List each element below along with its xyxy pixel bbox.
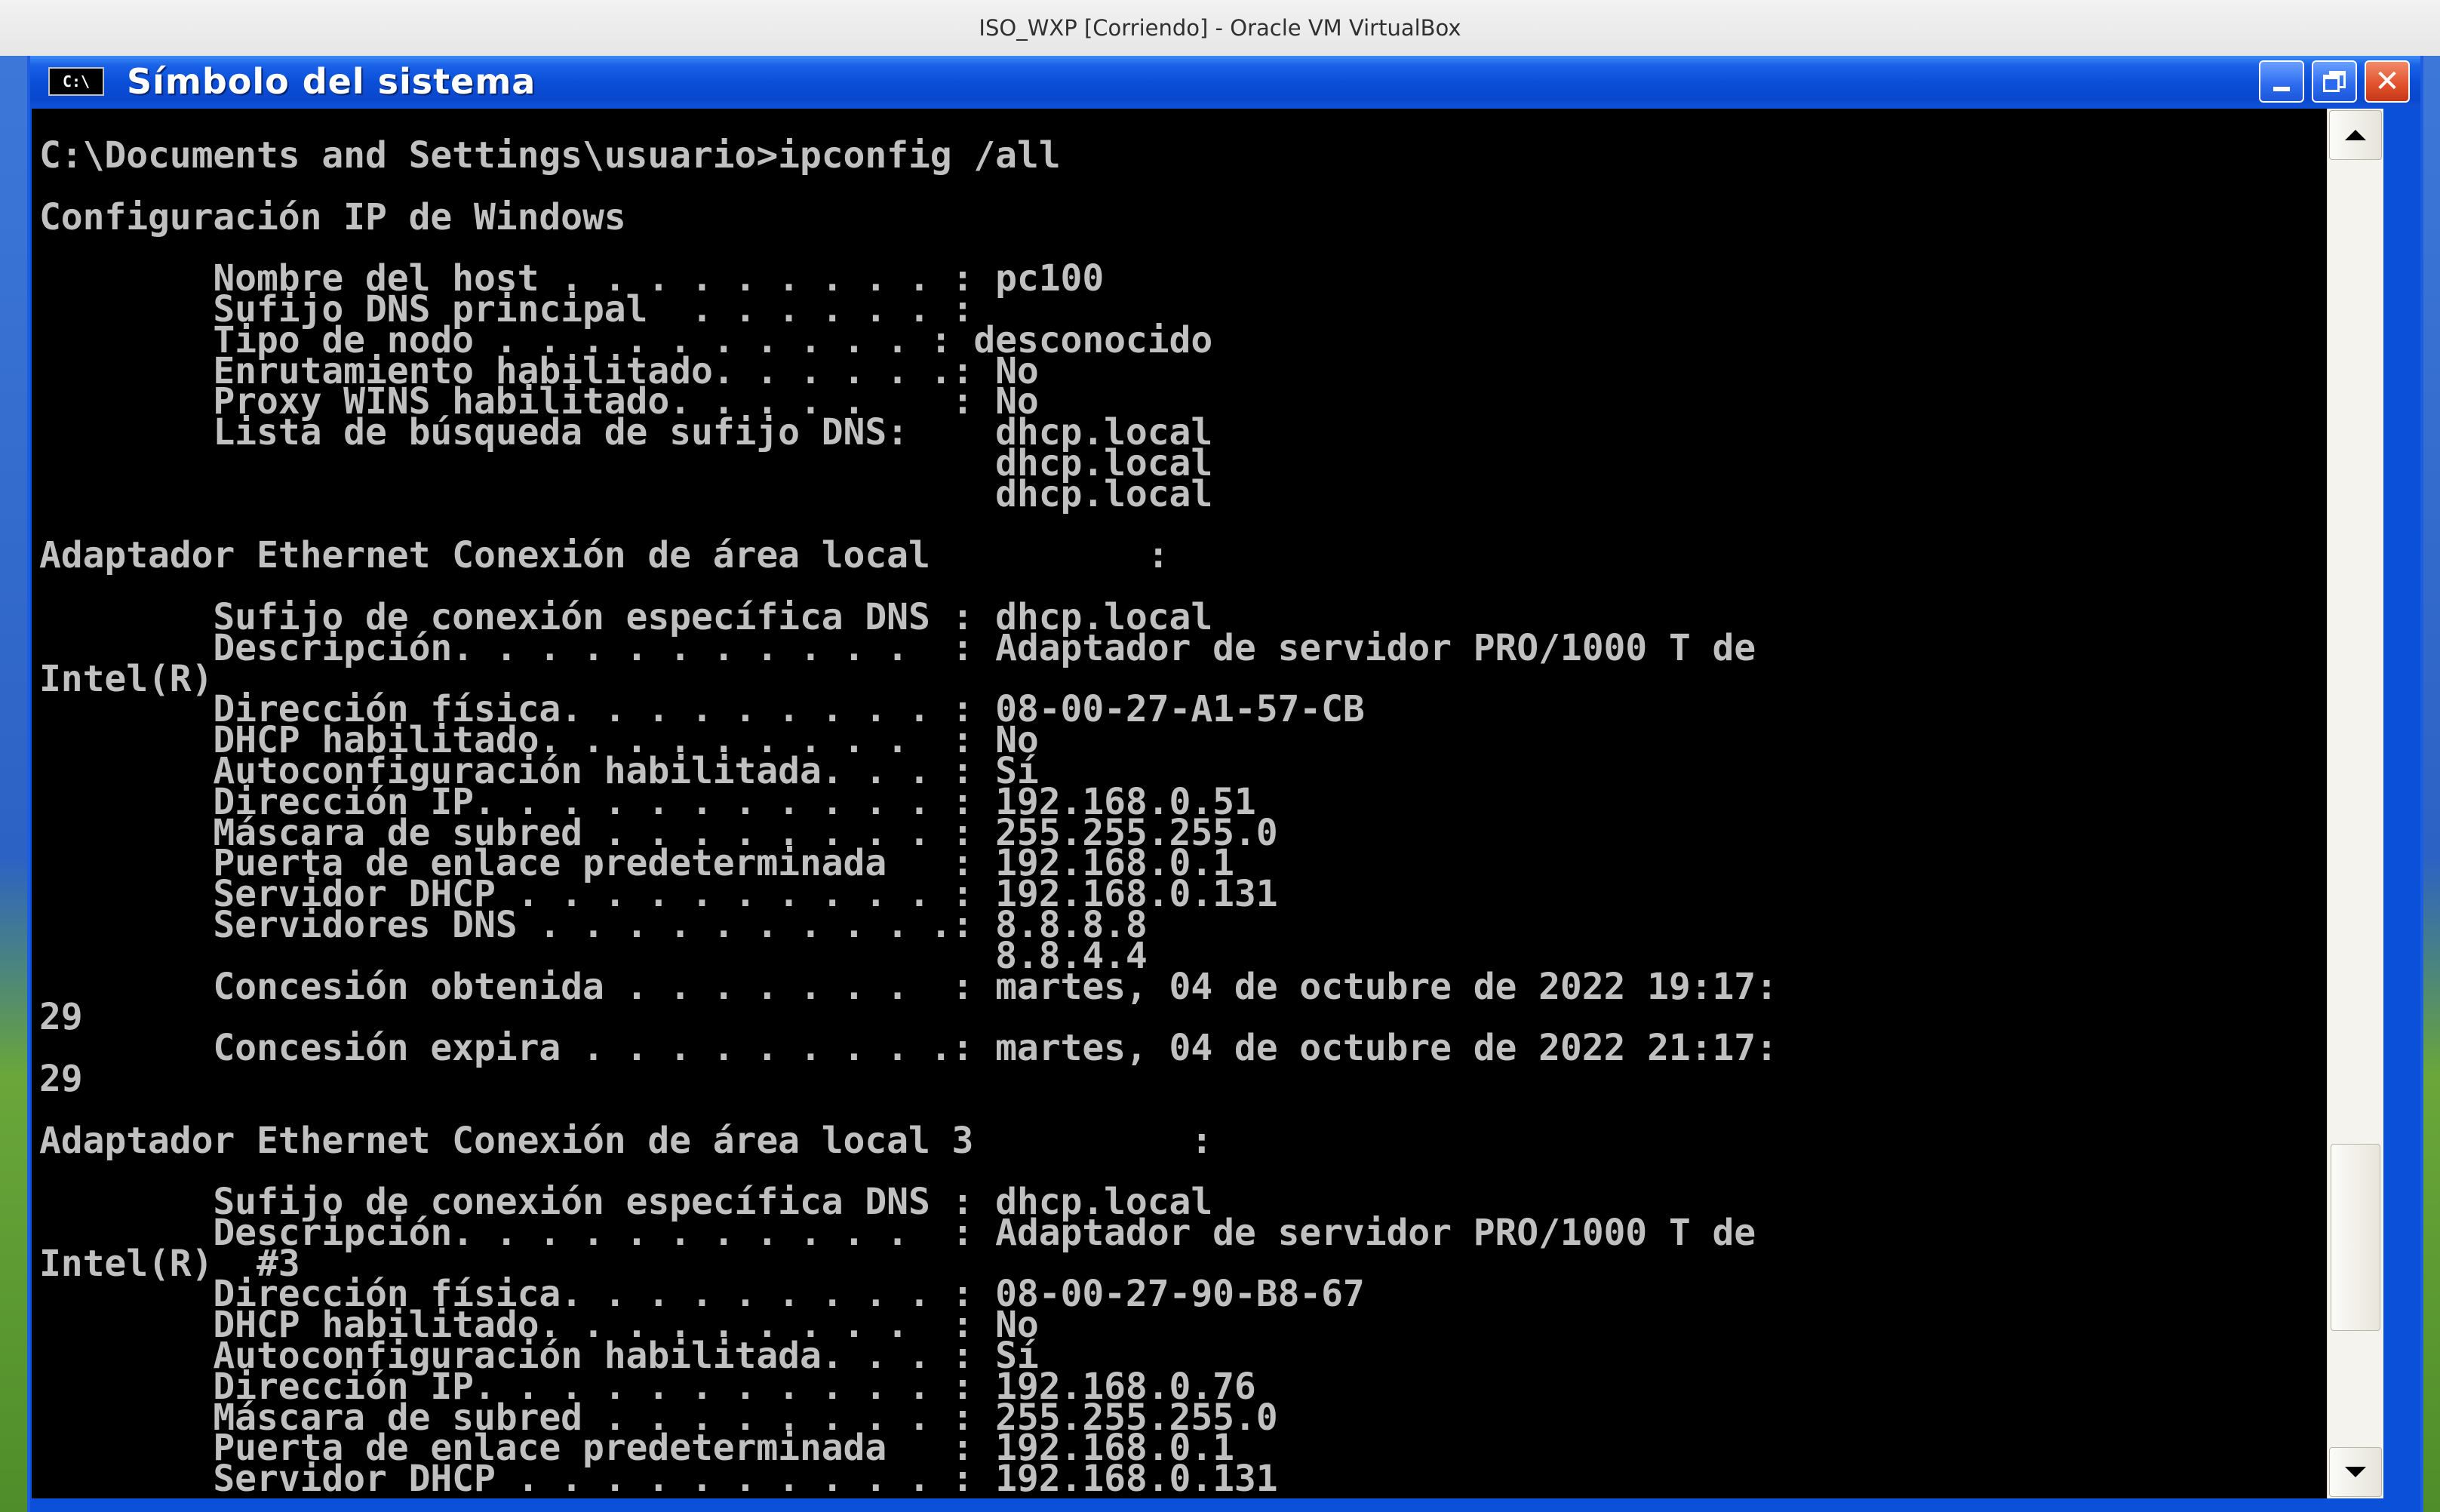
close-button[interactable]: ✕ (2365, 60, 2410, 103)
scroll-down-arrow-icon (2345, 1467, 2366, 1477)
scroll-up-arrow-icon (2345, 130, 2366, 140)
window-titlebar[interactable]: C:\ Símbolo del sistema ✕ (30, 56, 2420, 107)
minimize-button[interactable] (2259, 60, 2304, 103)
host-window-title: ISO_WXP [Corriendo] - Oracle VM VirtualB… (979, 15, 1461, 41)
minimize-icon (2273, 87, 2290, 91)
scroll-down-button[interactable] (2329, 1447, 2382, 1497)
restore-icon (2323, 71, 2346, 92)
cmd-icon[interactable]: C:\ (48, 67, 104, 96)
scroll-up-button[interactable] (2329, 110, 2382, 160)
vertical-scrollbar[interactable] (2327, 109, 2383, 1498)
console-output[interactable]: C:\Documents and Settings\usuario>ipconf… (39, 137, 1778, 1497)
close-icon: ✕ (2374, 64, 2400, 99)
console-area[interactable]: C:\Documents and Settings\usuario>ipconf… (32, 109, 2351, 1498)
window-title: Símbolo del sistema (127, 61, 536, 102)
restore-button[interactable] (2312, 60, 2357, 103)
scroll-thumb[interactable] (2331, 1144, 2380, 1331)
host-titlebar[interactable]: ISO_WXP [Corriendo] - Oracle VM VirtualB… (0, 0, 2440, 57)
window-controls: ✕ (2259, 60, 2410, 103)
